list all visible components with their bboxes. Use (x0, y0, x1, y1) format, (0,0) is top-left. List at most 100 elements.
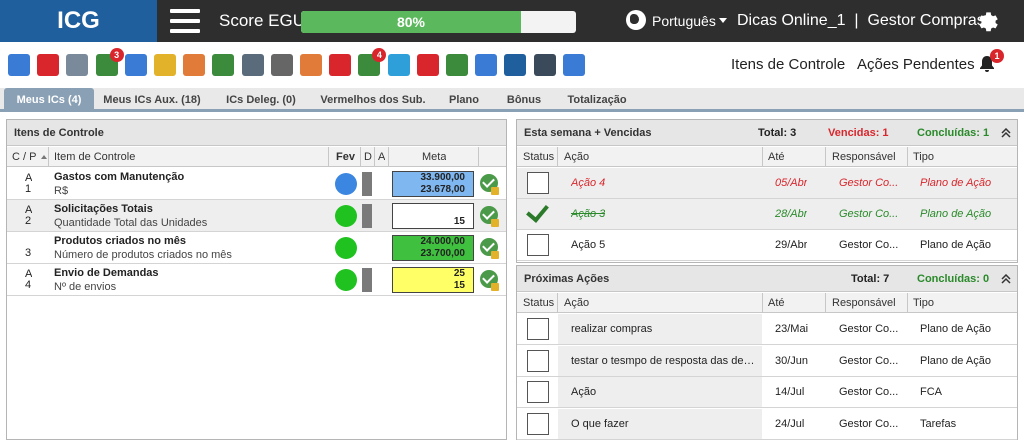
target-icon[interactable] (37, 54, 60, 76)
calendar-icon[interactable] (241, 54, 264, 76)
action-type: FCA (920, 386, 942, 398)
list-item[interactable]: Ação 4 05/Abr Gestor Co... Plano de Ação (517, 168, 1017, 199)
col-tipo[interactable]: Tipo (913, 151, 934, 163)
action-name[interactable]: realizar compras (571, 323, 759, 335)
user-info[interactable]: Dicas Online_1 | Gestor Compras (737, 12, 985, 30)
checklist-icon[interactable] (66, 54, 89, 76)
item-name[interactable]: Solicitações Totais (54, 203, 153, 215)
status-checkbox[interactable] (527, 234, 549, 256)
menu-icon[interactable] (170, 9, 200, 33)
col-ate[interactable]: Até (768, 151, 785, 163)
col-status[interactable]: Status (523, 151, 554, 163)
list-item[interactable]: testar o tesmpo de resposta das dema... 3… (517, 345, 1017, 377)
col-responsavel[interactable]: Responsável (832, 151, 896, 163)
edit-icon[interactable] (8, 54, 30, 76)
tab-meus-ics[interactable]: Meus ICs (4) (4, 88, 94, 112)
status-checkbox[interactable] (527, 318, 549, 340)
alert-off-icon[interactable] (446, 54, 468, 76)
col-tipo[interactable]: Tipo (913, 297, 934, 309)
col-item[interactable]: Item de Controle (54, 151, 135, 163)
status-circle[interactable] (335, 205, 357, 227)
check-icon[interactable] (526, 199, 549, 223)
award-icon[interactable] (212, 54, 235, 76)
tab-bonus[interactable]: Bônus (502, 88, 546, 112)
approve-icon[interactable]: 4 (358, 48, 387, 76)
language-selector[interactable]: Português (652, 13, 716, 29)
table-row[interactable]: A 1 Gastos com Manutenção R$ 33.900,00 23.678… (7, 168, 506, 200)
col-fev[interactable]: Fev (336, 151, 355, 163)
col-meta[interactable]: Meta (422, 151, 446, 163)
action-name[interactable]: Ação 4 (571, 177, 605, 189)
status-checkbox[interactable] (527, 412, 549, 435)
col-cp[interactable]: C / P (12, 151, 36, 163)
due-date: 24/Jul (775, 417, 805, 430)
gear-icon[interactable] (975, 9, 999, 33)
col-status[interactable]: Status (523, 297, 554, 309)
action-name[interactable]: Ação 5 (571, 239, 605, 251)
stopwatch-icon[interactable] (270, 54, 293, 76)
col-ate[interactable]: Até (768, 297, 785, 309)
meta-box[interactable]: 25 15 (392, 267, 474, 293)
item-name[interactable]: Gastos com Manutenção (54, 171, 184, 183)
collapse-icon[interactable] (1001, 274, 1011, 284)
tab-vermelhos-sub[interactable]: Vermelhos dos Sub. (318, 88, 428, 112)
item-name[interactable]: Envio de Demandas (54, 267, 159, 279)
action-name[interactable]: O que fazer (571, 418, 759, 430)
tab-bar: Meus ICs (4) Meus ICs Aux. (18) ICs Dele… (0, 88, 1024, 112)
status-checkbox[interactable] (527, 172, 549, 194)
col-acao[interactable]: Ação (564, 151, 589, 163)
table-header: Status Ação Até Responsável Tipo (517, 293, 1017, 313)
attachment-icon[interactable] (154, 54, 176, 76)
app-logo[interactable]: ICG (0, 0, 157, 42)
item-name[interactable]: Produtos criados no mês (54, 235, 186, 247)
team-icon[interactable] (183, 54, 206, 76)
bell-icon[interactable]: 1 (978, 49, 1004, 73)
panel-header: Itens de Controle (7, 120, 506, 146)
list-icon[interactable]: 3 (95, 48, 124, 76)
help-icon[interactable] (533, 54, 556, 76)
action-name[interactable]: testar o tesmpo de resposta das dema... (571, 355, 759, 367)
crosshair-icon[interactable] (329, 54, 352, 76)
tab-totalizacao[interactable]: Totalização (562, 88, 632, 112)
table-row[interactable]: A 4 Envio de Demandas Nº de envios 25 15 (7, 264, 506, 296)
puzzle-icon[interactable] (387, 54, 410, 76)
grid-icon[interactable] (504, 54, 527, 76)
action-name[interactable]: Ação (571, 386, 759, 398)
list-item[interactable]: O que fazer 24/Jul Gestor Co... Tarefas (517, 408, 1017, 440)
itens-de-controle-link[interactable]: Itens de Controle (731, 56, 845, 73)
col-responsavel[interactable]: Responsável (832, 297, 896, 309)
col-a[interactable]: A (378, 151, 385, 163)
status-checkbox[interactable] (527, 349, 549, 372)
blocks-icon[interactable] (300, 54, 322, 76)
table-row[interactable]: A 2 Solicitações Totais Quantidade Total da… (7, 200, 506, 232)
sort-asc-icon[interactable] (41, 155, 47, 159)
col-acao[interactable]: Ação (564, 297, 589, 309)
status-circle[interactable] (335, 173, 357, 195)
status-circle[interactable] (335, 269, 357, 291)
tab-plano[interactable]: Plano (442, 88, 486, 112)
col-d[interactable]: D (364, 151, 372, 163)
pdf-icon[interactable] (416, 54, 439, 76)
tab-ics-deleg[interactable]: ICs Deleg. (0) (220, 88, 302, 112)
list-item[interactable]: realizar compras 23/Mai Gestor Co... Plano … (517, 314, 1017, 345)
action-name[interactable]: Ação 3 (571, 208, 605, 220)
status-circle[interactable] (335, 237, 357, 259)
meta-box[interactable]: 15 (392, 203, 474, 229)
presentation-icon[interactable] (475, 54, 498, 76)
rocket-icon[interactable] (562, 54, 585, 76)
acoes-pendentes-link[interactable]: Ações Pendentes (857, 56, 975, 73)
globe-icon[interactable] (626, 10, 646, 30)
table-row[interactable]: 3 Produtos criados no mês Número de produt… (7, 232, 506, 264)
panel-title: Esta semana + Vencidas (524, 127, 652, 139)
list-item[interactable]: Ação 5 29/Abr Gestor Co... Plano de Ação (517, 230, 1017, 261)
collapse-icon[interactable] (1001, 128, 1011, 138)
due-date: 14/Jul (775, 386, 805, 398)
list-item[interactable]: Ação 3 28/Abr Gestor Co... Plano de Ação (517, 199, 1017, 230)
chevron-down-icon[interactable] (719, 18, 727, 23)
chart-down-icon[interactable] (124, 54, 147, 76)
meta-box[interactable]: 24.000,00 23.700,00 (392, 235, 474, 261)
list-item[interactable]: Ação 14/Jul Gestor Co... FCA (517, 377, 1017, 408)
meta-box[interactable]: 33.900,00 23.678,00 (392, 171, 474, 197)
tab-meus-ics-aux[interactable]: Meus ICs Aux. (18) (100, 88, 204, 112)
status-checkbox[interactable] (527, 381, 549, 403)
